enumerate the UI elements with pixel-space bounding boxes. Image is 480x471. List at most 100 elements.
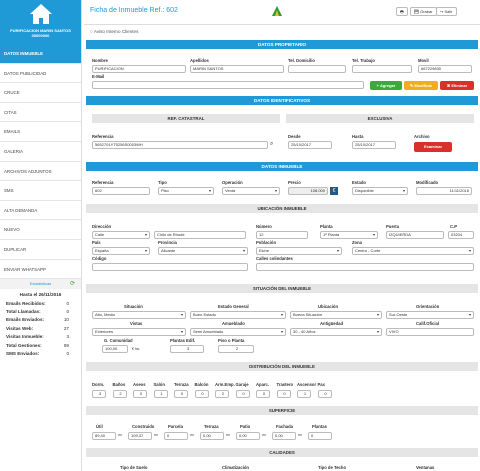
aviso-interno[interactable]: ○ Aviso Interno Clientes xyxy=(84,25,480,39)
stats-label: Emails Recibidos: xyxy=(6,300,46,306)
superficie-field[interactable]: 0,00 xyxy=(200,432,224,440)
superficie-field[interactable]: 0,00 xyxy=(236,432,260,440)
superficie-field[interactable]: 0 xyxy=(308,432,332,440)
sidebar-item[interactable]: SMS xyxy=(0,181,81,201)
numero-field[interactable]: 12 xyxy=(256,231,308,239)
stats-row: Total Gestiones: 99 xyxy=(4,342,77,350)
codigo-label: Código xyxy=(92,256,107,261)
stats-label: Visitas Web: xyxy=(6,325,34,331)
comunidad-field[interactable]: 100,00 xyxy=(102,345,128,353)
sidebar-item[interactable]: CRUCE xyxy=(0,83,81,103)
distribucion-field[interactable]: 0 xyxy=(194,390,209,398)
distribucion-field[interactable]: 0 xyxy=(317,390,332,398)
precio-field[interactable]: 108.000 xyxy=(288,187,328,195)
cp-field[interactable]: 03204 xyxy=(448,231,474,239)
operacion-select[interactable]: Venta xyxy=(222,187,280,195)
ubicacion-select[interactable]: Buena Situación xyxy=(290,311,382,319)
sidebar-item[interactable]: DUPLICAR xyxy=(0,240,81,260)
ref-catastral-field[interactable]: 5652701YT5256S0003WH xyxy=(92,141,268,149)
tipo-select[interactable]: Piso xyxy=(158,187,214,195)
calif-field[interactable]: VIVO xyxy=(386,328,474,336)
sidebar-item[interactable]: NUEVO xyxy=(0,220,81,240)
superficie-unit: m² xyxy=(298,433,302,437)
vistas-select[interactable]: Exteriores xyxy=(92,328,186,336)
exit-button[interactable]: ↪ Salir xyxy=(436,7,457,16)
leaf-logo-icon xyxy=(272,6,282,16)
modificado-field[interactable]: 11/11/2016 xyxy=(416,187,472,195)
sidebar-item[interactable]: CITAS xyxy=(0,103,81,123)
distribucion-field[interactable]: 0 xyxy=(133,390,147,398)
amueblado-select[interactable]: Semi Amueblado xyxy=(190,328,286,336)
search-icon[interactable]: ⌕ xyxy=(270,141,273,148)
antiguedad-select[interactable]: 30 - 40 Años xyxy=(290,328,382,336)
calles-field[interactable] xyxy=(256,263,474,271)
distribucion-field[interactable]: 0 xyxy=(174,390,188,398)
distribucion-label: Ascensor xyxy=(297,382,317,387)
superficie-field[interactable]: 109,37 xyxy=(128,432,152,440)
distribucion-field[interactable]: 1 xyxy=(297,390,311,398)
provincia-select[interactable]: Alicante xyxy=(158,247,248,255)
distribucion-field[interactable]: 0 xyxy=(256,390,270,398)
superficie-field[interactable]: 0 xyxy=(164,432,188,440)
euro-icon[interactable]: € xyxy=(330,187,338,195)
email-field[interactable] xyxy=(92,81,364,89)
distribucion-label: Balcón xyxy=(194,382,209,387)
hasta-field[interactable]: 25/10/2017 xyxy=(352,141,396,149)
sidebar-item[interactable]: EMAILS xyxy=(0,122,81,142)
superficie-unit: m² xyxy=(226,433,230,437)
sidebar-item[interactable]: ARCHIVOS ADJUNTOS xyxy=(0,162,81,182)
distribucion-field[interactable]: 1 xyxy=(153,390,168,398)
estado-general-select[interactable]: Buen Estado xyxy=(190,311,286,319)
cp-label: C.P xyxy=(450,224,457,229)
save-button[interactable]: 💾 Grabar xyxy=(410,7,437,16)
distribucion-field[interactable]: 3 xyxy=(92,390,106,398)
apellidos-field[interactable]: MARIN SANTOS xyxy=(190,65,284,73)
codigo-field[interactable] xyxy=(92,263,248,271)
referencia-field[interactable]: 602 xyxy=(92,187,150,195)
refresh-icon[interactable]: ⟳ xyxy=(70,279,75,289)
piso-field[interactable]: 2 xyxy=(218,345,254,353)
sidebar-item[interactable]: ALTA DEMANDA xyxy=(0,201,81,221)
tel-domicilio-field[interactable] xyxy=(288,65,346,73)
sidebar-item[interactable]: DATOS PUBLICIDAD xyxy=(0,64,81,84)
stats-label: Visitas Inmueble: xyxy=(6,334,44,340)
pais-select[interactable]: España xyxy=(92,247,150,255)
tel-trabajo-field[interactable] xyxy=(352,65,412,73)
estado-select[interactable]: Disponible xyxy=(352,187,408,195)
puerta-field[interactable]: IZQUIERDA xyxy=(386,231,444,239)
distribucion-field[interactable]: 2 xyxy=(215,390,229,398)
agregar-button[interactable]: + Agregar xyxy=(370,81,402,90)
tipo-via-select[interactable]: Calle xyxy=(92,231,150,239)
sidebar-item[interactable]: ENVIAR WHATSAPP xyxy=(0,260,81,280)
eliminar-button[interactable]: ✖ Eliminar xyxy=(440,81,474,90)
movil-field[interactable]: 667229830 xyxy=(418,65,472,73)
distribucion-field[interactable]: 2 xyxy=(112,390,127,398)
stats-row: Visitas Inmueble: 3 xyxy=(4,333,77,341)
planta-select[interactable]: 1ª Planta xyxy=(320,231,378,239)
via-field[interactable]: Cirilo de Rhode xyxy=(154,231,246,239)
desde-field[interactable]: 25/10/2017 xyxy=(288,141,332,149)
page-title: Ficha de Inmueble Ref.: 602 xyxy=(90,7,178,14)
poblacion-select[interactable]: Elche xyxy=(256,247,342,255)
email-label: E-Mail xyxy=(92,74,105,79)
modificar-button[interactable]: ✎ Modificar xyxy=(404,81,438,90)
examinar-button[interactable]: Examinar xyxy=(414,142,452,152)
superficie-field[interactable]: 89,40 xyxy=(92,432,116,440)
zona-select[interactable]: Centro - Corte xyxy=(352,247,474,255)
situacion-select[interactable]: Alto, Medio xyxy=(92,311,186,319)
sidebar-item[interactable]: GALERIA xyxy=(0,142,81,162)
print-button[interactable]: 🖶 xyxy=(396,7,408,16)
distribucion-field[interactable]: 0 xyxy=(276,390,291,398)
distribucion-label: Garaje xyxy=(235,382,249,387)
superficie-field[interactable]: 0,00 xyxy=(272,432,296,440)
ubicacion-label: Ubicación xyxy=(318,304,339,309)
plantas-edif-field[interactable]: 3 xyxy=(170,345,204,353)
orientacion-select[interactable]: Sur-Oeste xyxy=(386,311,474,319)
distribucion-field[interactable]: 0 xyxy=(235,390,250,398)
distribucion-label: Aseos xyxy=(133,382,146,387)
nombre-field[interactable]: PURIFICACION xyxy=(92,65,186,73)
superficie-section: SUPERFICIE Útil 89,40 m² Construido 109,37 m²… xyxy=(84,406,480,446)
sidebar-item[interactable]: DATOS INMUEBLE xyxy=(0,44,81,64)
exclusiva-header: EXCLUSIVA xyxy=(286,114,474,123)
climatizacion-label: Climatización xyxy=(222,465,249,470)
